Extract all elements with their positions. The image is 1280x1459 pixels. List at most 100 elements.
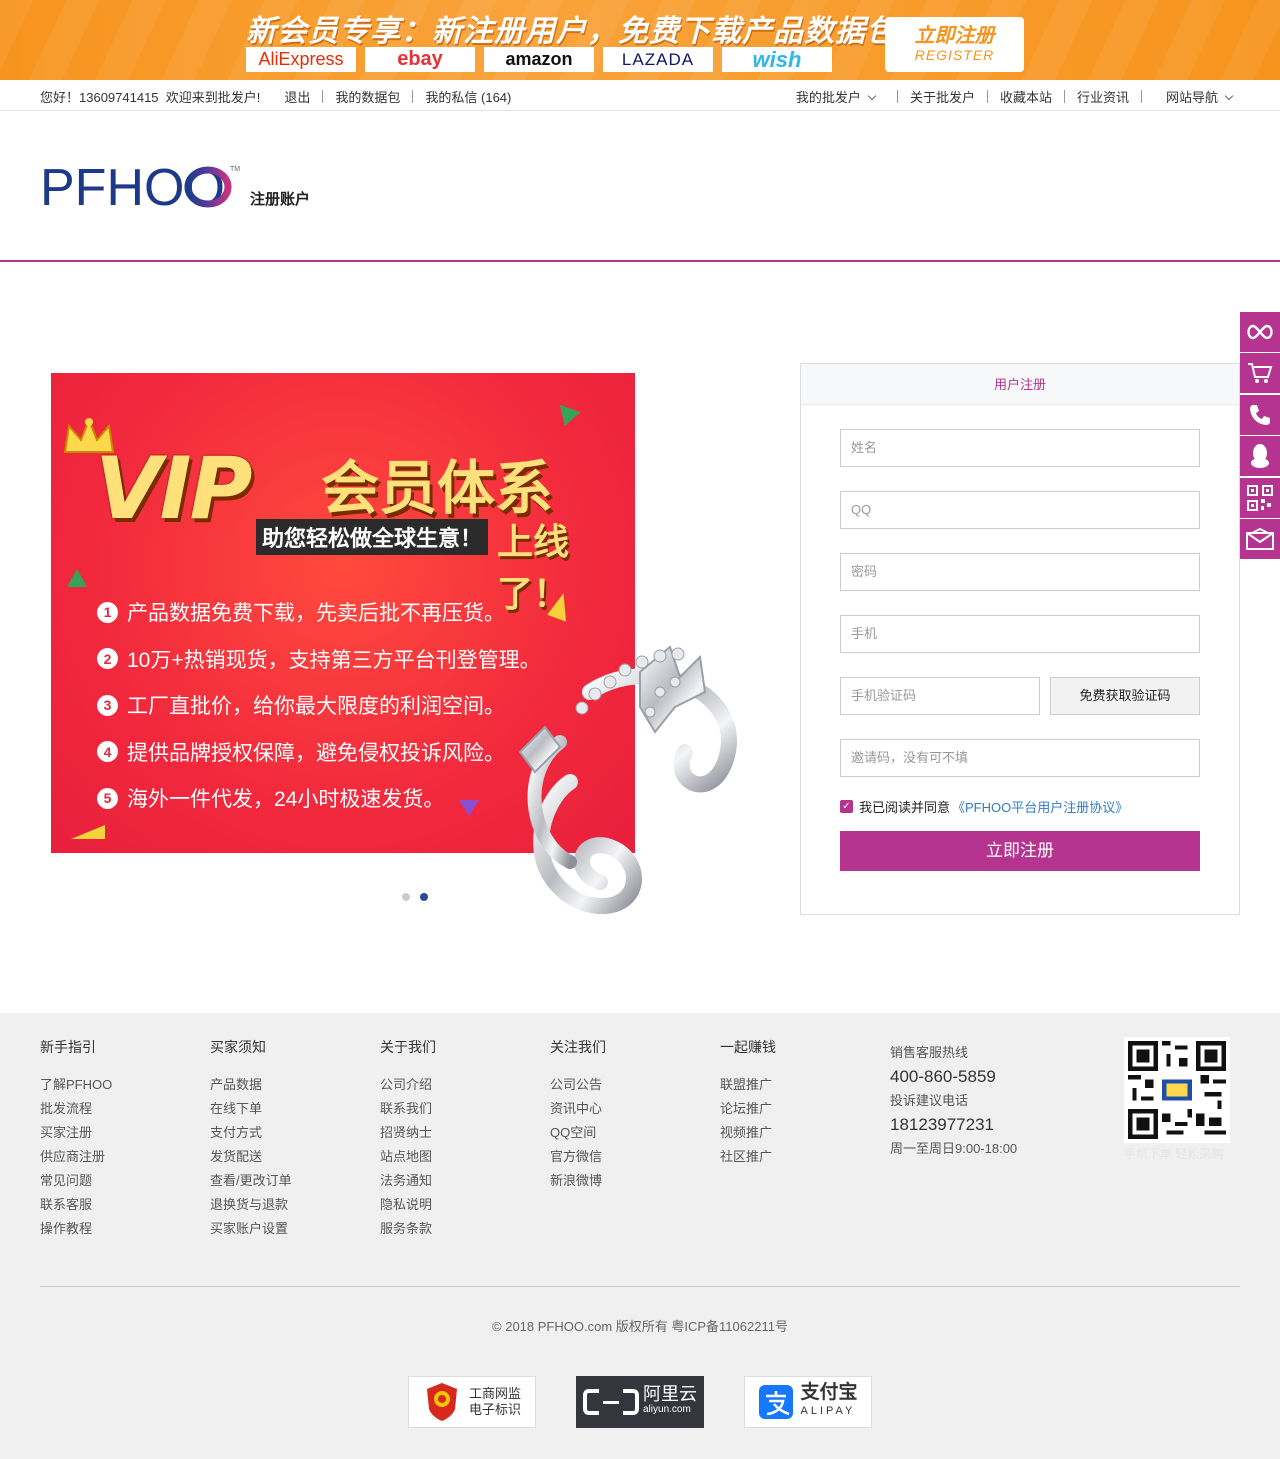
footer-link[interactable]: 社区推广 [720, 1145, 776, 1169]
promo-slider[interactable]: VIP 会员体系 助您轻松做全球生意！ 上线了！ 1 产品数据免费下载，先卖后批不… [40, 362, 737, 914]
site-nav-menu[interactable]: 网站导航 [1165, 87, 1234, 106]
hotline-number: 400-860-5859 [890, 1067, 996, 1086]
footer-link[interactable]: 法务通知 [380, 1169, 436, 1193]
perk-number: 5 [97, 787, 118, 809]
lazada-logo: LAZADA [603, 47, 713, 72]
footer-link[interactable]: 站点地图 [380, 1145, 436, 1169]
footer-link[interactable]: 公司介绍 [380, 1073, 436, 1097]
footer-link[interactable]: 操作教程 [40, 1217, 112, 1241]
qr-code-icon[interactable] [1240, 477, 1280, 518]
slider-pagination [402, 893, 428, 901]
footer-link[interactable]: 视频推广 [720, 1121, 776, 1145]
footer-link[interactable]: 退换货与退款 [210, 1193, 292, 1217]
gov-monitor-badge[interactable]: 工商网监 电子标识 [408, 1376, 536, 1428]
footer-link[interactable]: 常见问题 [40, 1169, 112, 1193]
qq-icon[interactable] [1240, 436, 1280, 477]
footer-link[interactable]: 官方微信 [550, 1145, 606, 1169]
banner-register-button[interactable]: 立即注册 REGISTER [885, 17, 1024, 72]
sms-code-input[interactable]: 手机验证码 [840, 677, 1040, 715]
agree-checkbox[interactable]: ✓ [840, 800, 853, 813]
perk-text: 提供品牌授权保障，避免侵权投诉风险。 [127, 741, 505, 765]
footer-link[interactable]: 联系我们 [380, 1097, 436, 1121]
footer-link[interactable]: 产品数据 [210, 1073, 292, 1097]
footer-link[interactable]: 批发流程 [40, 1097, 112, 1121]
footer-link[interactable]: 支付方式 [210, 1121, 292, 1145]
footer-link[interactable]: 论坛推广 [720, 1097, 776, 1121]
alipay-badge[interactable]: 支付宝 ALIPAY [744, 1376, 872, 1428]
promo-banner[interactable]: 新会员专享：新注册用户，免费下载产品数据包 AliExpress ebay am… [0, 0, 1280, 80]
perk-number: 2 [97, 648, 118, 670]
perk-text: 产品数据免费下载，先卖后批不再压货。 [127, 602, 505, 626]
infinity-icon[interactable] [1240, 312, 1280, 352]
divider [1063, 90, 1065, 103]
my-account-menu[interactable]: 我的批发户 [796, 87, 877, 106]
invite-code-input[interactable]: 邀请码，没有可不填 [840, 739, 1200, 777]
logo-trademark: TM [230, 166, 240, 173]
alipay-icon [759, 1385, 794, 1419]
aliyun-badge[interactable]: 阿里云 aliyun.com [576, 1376, 704, 1428]
floating-sidebar [1240, 312, 1280, 560]
footer-link[interactable]: 在线下单 [210, 1097, 292, 1121]
form-title: 用户注册 [801, 364, 1239, 405]
platform-logos: AliExpress ebay amazon LAZADA wish [246, 47, 832, 72]
logout-link[interactable]: 退出 [284, 87, 310, 106]
footer-column-title: 关注我们 [550, 1039, 606, 1055]
footer-column-title: 买家须知 [210, 1039, 266, 1055]
perk-number: 4 [97, 741, 118, 763]
password-input[interactable]: 密码 [840, 553, 1200, 591]
footer-link[interactable]: QQ空间 [550, 1121, 606, 1145]
footer-link[interactable]: 买家注册 [40, 1121, 112, 1145]
footer-link[interactable]: 联盟推广 [720, 1073, 776, 1097]
footer-link[interactable]: 买家账户设置 [210, 1217, 292, 1241]
top-utility-bar: 您好！13609741415 欢迎来到批发户! 退出 我的数据包 我的私信 (1… [0, 80, 1280, 111]
footer-column-title: 关于我们 [380, 1039, 436, 1055]
confetti-shape [553, 404, 581, 430]
get-sms-code-button[interactable]: 免费获取验证码 [1050, 677, 1200, 715]
hotline-label: 销售客服热线 [890, 1045, 969, 1060]
name-input[interactable]: 姓名 [840, 429, 1200, 467]
footer-link[interactable]: 资讯中心 [550, 1097, 606, 1121]
perk-number: 1 [97, 601, 118, 623]
agreement-row: ✓ 我已阅读并同意 《PFHOO平台用户注册协议》 [840, 797, 1128, 816]
footer-link[interactable]: 了解PFHOO [40, 1073, 112, 1097]
footer-link[interactable]: 服务条款 [380, 1217, 436, 1241]
news-link[interactable]: 行业资讯 [1077, 87, 1129, 106]
slide-dot[interactable] [402, 893, 410, 901]
register-submit-button[interactable]: 立即注册 [840, 831, 1200, 871]
cart-icon[interactable] [1240, 353, 1280, 394]
badge-line: 工商网监 [468, 1386, 521, 1401]
footer-link[interactable]: 招贤纳士 [380, 1121, 436, 1145]
banner-register-en: REGISTER [914, 47, 995, 63]
phone-icon[interactable] [1240, 394, 1280, 435]
footer-link[interactable]: 发货配送 [210, 1145, 292, 1169]
bookmark-link[interactable]: 收藏本站 [1000, 87, 1052, 106]
footer-column-earn: 一起赚钱 联盟推广 论坛推广 视频推广 社区推广 [720, 1037, 776, 1169]
wish-logo: wish [722, 47, 832, 72]
badge-line: 阿里云 [643, 1384, 697, 1404]
qq-input[interactable]: QQ [840, 491, 1200, 529]
chevron-down-icon [1224, 91, 1234, 101]
pfhoo-logo[interactable]: PFHOO TM [40, 159, 245, 217]
page-footer: 新手指引 了解PFHOO 批发流程 买家注册 供应商注册 常见问题 联系客服 操… [0, 1013, 1280, 1459]
footer-link[interactable]: 联系客服 [40, 1193, 112, 1217]
divider [1140, 90, 1142, 103]
phone-input[interactable]: 手机 [840, 615, 1200, 653]
footer-column-buyer: 买家须知 产品数据 在线下单 支付方式 发货配送 查看/更改订单 退换货与退款 … [210, 1037, 292, 1241]
footer-link[interactable]: 隐私说明 [380, 1193, 436, 1217]
my-messages-link[interactable]: 我的私信 (164) [425, 87, 511, 106]
about-link[interactable]: 关于批发户 [910, 87, 975, 106]
footer-column-about: 关于我们 公司介绍 联系我们 招贤纳士 站点地图 法务通知 隐私说明 服务条款 [380, 1037, 436, 1241]
badge-line: ALIPAY [800, 1405, 856, 1417]
mail-icon[interactable] [1240, 518, 1280, 559]
footer-link[interactable]: 新浪微博 [550, 1169, 606, 1193]
footer-link[interactable]: 供应商注册 [40, 1145, 112, 1169]
footer-link[interactable]: 查看/更改订单 [210, 1169, 292, 1193]
slide-dot-active[interactable] [420, 893, 428, 901]
ebay-logo: ebay [365, 47, 475, 72]
register-form: 用户注册 姓名 QQ 密码 手机 手机验证码 免费获取验证码 邀请码，没有可不填… [800, 363, 1240, 915]
agreement-link[interactable]: 《PFHOO平台用户注册协议》 [952, 797, 1128, 816]
my-packages-link[interactable]: 我的数据包 [335, 87, 400, 106]
site-nav-label: 网站导航 [1165, 90, 1218, 105]
divider [322, 90, 324, 103]
footer-link[interactable]: 公司公告 [550, 1073, 606, 1097]
